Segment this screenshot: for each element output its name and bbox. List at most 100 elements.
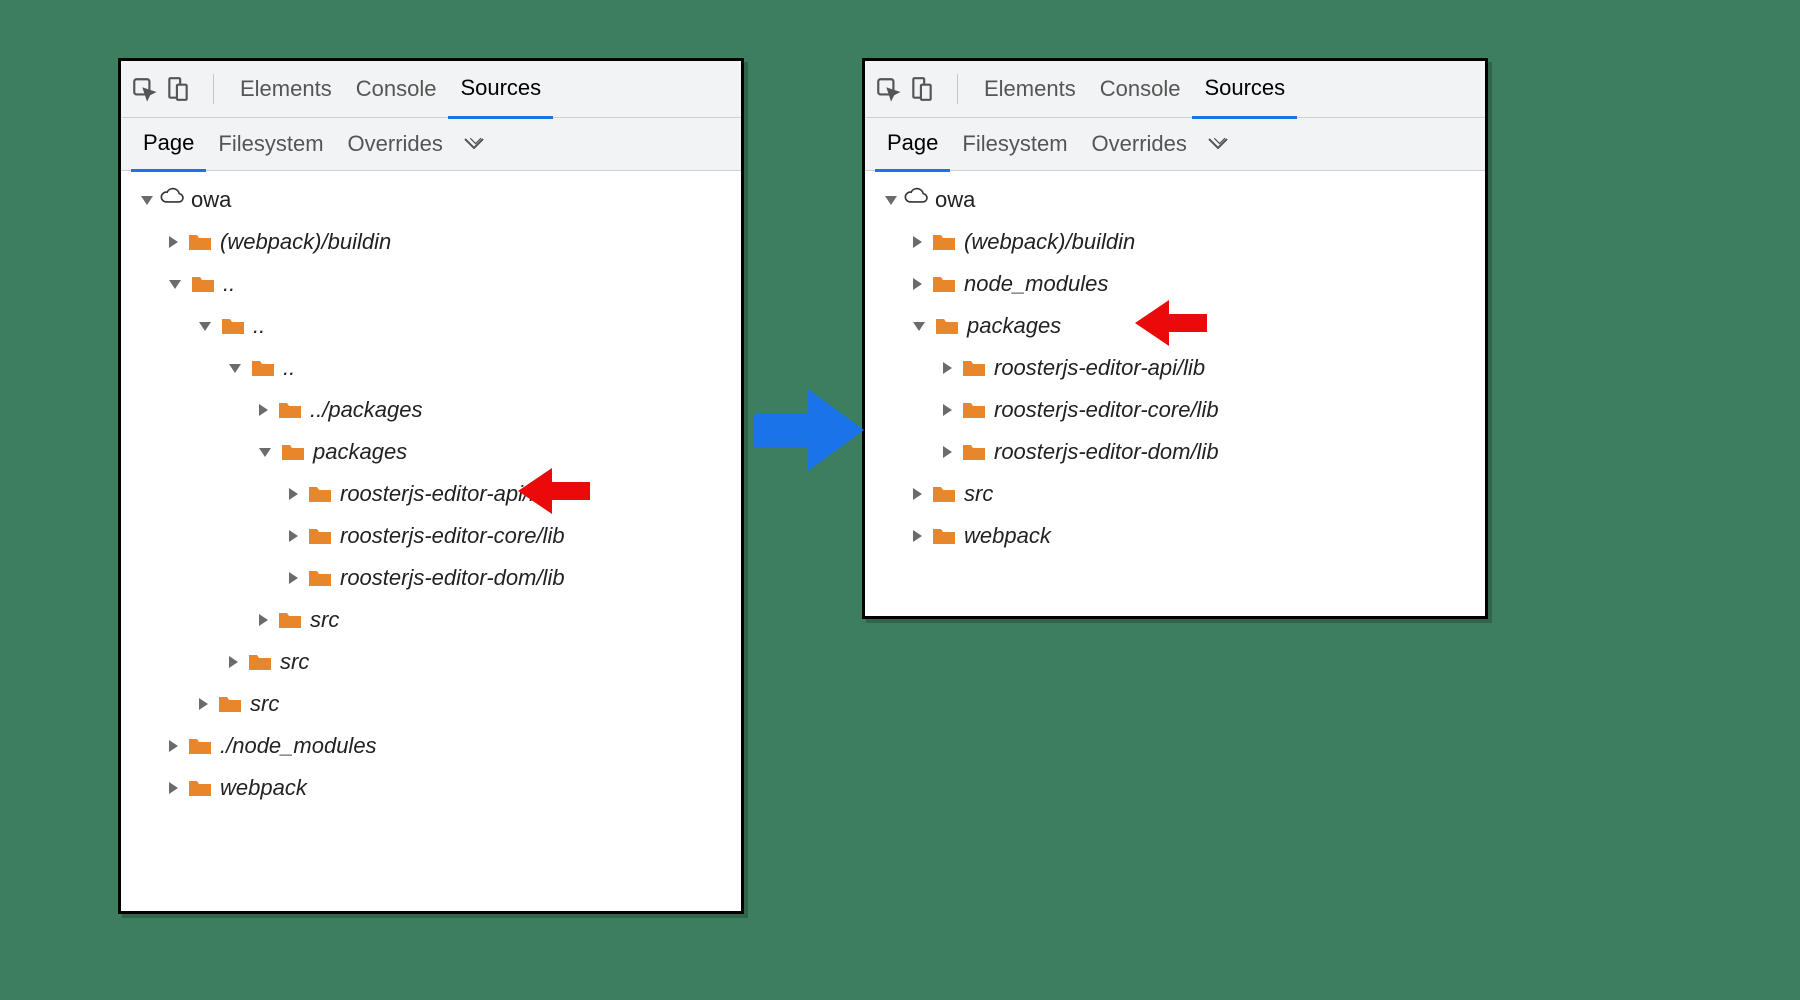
devtools-right-panel: Elements Console Sources Page Filesystem…: [862, 58, 1488, 619]
tree-item-label: roosterjs-editor-core/lib: [994, 397, 1219, 423]
tree-item[interactable]: node_modules: [865, 263, 1485, 305]
tree-item-label: src: [310, 607, 339, 633]
tab-console[interactable]: Console: [1088, 61, 1193, 117]
tree-item[interactable]: src: [121, 683, 741, 725]
tree-item-packages[interactable]: packages: [865, 305, 1485, 347]
tree-item-label: packages: [967, 313, 1061, 339]
chevron-right-icon: [169, 740, 178, 752]
folder-icon: [962, 358, 986, 378]
chevron-right-icon: [229, 656, 238, 668]
tab-sources[interactable]: Sources: [1192, 60, 1297, 119]
folder-icon: [251, 358, 275, 378]
separator: [957, 74, 958, 104]
folder-icon: [932, 274, 956, 294]
tree-item[interactable]: roosterjs-editor-core/lib: [865, 389, 1485, 431]
tree-root[interactable]: owa: [121, 179, 741, 221]
tree-item[interactable]: ..: [121, 347, 741, 389]
subtab-filesystem[interactable]: Filesystem: [206, 118, 335, 170]
tree-item[interactable]: ./node_modules: [121, 725, 741, 767]
more-tabs-icon[interactable]: [1207, 131, 1229, 157]
tree-item-label: (webpack)/buildin: [220, 229, 391, 255]
folder-icon: [962, 400, 986, 420]
tree-item[interactable]: src: [865, 473, 1485, 515]
tab-elements[interactable]: Elements: [228, 61, 344, 117]
tree-item-label: owa: [191, 187, 231, 213]
folder-icon: [188, 736, 212, 756]
tree-item-label: src: [964, 481, 993, 507]
chevron-right-icon: [199, 698, 208, 710]
tree-item[interactable]: webpack: [121, 767, 741, 809]
tree-item[interactable]: ..: [121, 305, 741, 347]
tree-root[interactable]: owa: [865, 179, 1485, 221]
chevron-right-icon: [943, 446, 952, 458]
tree-item-label: webpack: [220, 775, 307, 801]
chevron-right-icon: [913, 488, 922, 500]
tree-item-packages[interactable]: packages: [121, 431, 741, 473]
tree-item-label: packages: [313, 439, 407, 465]
folder-icon: [932, 232, 956, 252]
tree-item[interactable]: (webpack)/buildin: [121, 221, 741, 263]
chevron-down-icon: [199, 322, 211, 331]
folder-icon: [191, 274, 215, 294]
subtab-filesystem[interactable]: Filesystem: [950, 118, 1079, 170]
folder-icon: [221, 316, 245, 336]
tree-item-label: owa: [935, 187, 975, 213]
tab-elements[interactable]: Elements: [972, 61, 1088, 117]
folder-icon: [248, 652, 272, 672]
tree-item-label: roosterjs-editor-api/lib: [340, 481, 551, 507]
tree-item[interactable]: roosterjs-editor-api/lib: [121, 473, 741, 515]
tree-item[interactable]: roosterjs-editor-dom/lib: [121, 557, 741, 599]
tree-item-label: roosterjs-editor-dom/lib: [994, 439, 1219, 465]
inspect-icon[interactable]: [875, 76, 901, 102]
chevron-down-icon: [229, 364, 241, 373]
tree-item[interactable]: roosterjs-editor-core/lib: [121, 515, 741, 557]
devtools-left-panel: Elements Console Sources Page Filesystem…: [118, 58, 744, 914]
tree-item-label: ..: [283, 355, 295, 381]
tab-sources[interactable]: Sources: [448, 60, 553, 119]
chevron-down-icon: [913, 322, 925, 331]
tree-item-label: src: [250, 691, 279, 717]
separator: [213, 74, 214, 104]
tree-item-label: (webpack)/buildin: [964, 229, 1135, 255]
chevron-down-icon: [169, 280, 181, 289]
sub-tabbar: Page Filesystem Overrides: [121, 118, 741, 171]
tree-item-label: ../packages: [310, 397, 423, 423]
folder-icon: [278, 400, 302, 420]
chevron-down-icon: [885, 196, 897, 205]
cloud-icon: [159, 187, 185, 213]
file-tree-left: owa (webpack)/buildin .. ..: [121, 171, 741, 821]
tree-item[interactable]: ..: [121, 263, 741, 305]
tree-item[interactable]: src: [121, 641, 741, 683]
tree-item-label: ..: [253, 313, 265, 339]
inspect-icon[interactable]: [131, 76, 157, 102]
subtab-page[interactable]: Page: [875, 117, 950, 172]
tree-item[interactable]: (webpack)/buildin: [865, 221, 1485, 263]
folder-icon: [308, 484, 332, 504]
chevron-down-icon: [259, 448, 271, 457]
subtab-overrides[interactable]: Overrides: [336, 118, 455, 170]
chevron-right-icon: [259, 404, 268, 416]
more-tabs-icon[interactable]: [463, 131, 485, 157]
folder-icon: [188, 778, 212, 798]
tree-item[interactable]: ../packages: [121, 389, 741, 431]
chevron-down-icon: [141, 196, 153, 205]
chevron-right-icon: [289, 488, 298, 500]
subtab-page[interactable]: Page: [131, 117, 206, 172]
tree-item[interactable]: webpack: [865, 515, 1485, 557]
folder-icon: [932, 526, 956, 546]
device-toggle-icon[interactable]: [165, 76, 191, 102]
sub-tabbar: Page Filesystem Overrides: [865, 118, 1485, 171]
folder-icon: [278, 610, 302, 630]
tab-console[interactable]: Console: [344, 61, 449, 117]
tree-item-label: ./node_modules: [220, 733, 377, 759]
folder-icon: [935, 316, 959, 336]
tree-item[interactable]: roosterjs-editor-api/lib: [865, 347, 1485, 389]
tree-item-label: src: [280, 649, 309, 675]
device-toggle-icon[interactable]: [909, 76, 935, 102]
folder-icon: [218, 694, 242, 714]
subtab-overrides[interactable]: Overrides: [1080, 118, 1199, 170]
tree-item[interactable]: src: [121, 599, 741, 641]
tree-item[interactable]: roosterjs-editor-dom/lib: [865, 431, 1485, 473]
chevron-right-icon: [289, 530, 298, 542]
folder-icon: [932, 484, 956, 504]
